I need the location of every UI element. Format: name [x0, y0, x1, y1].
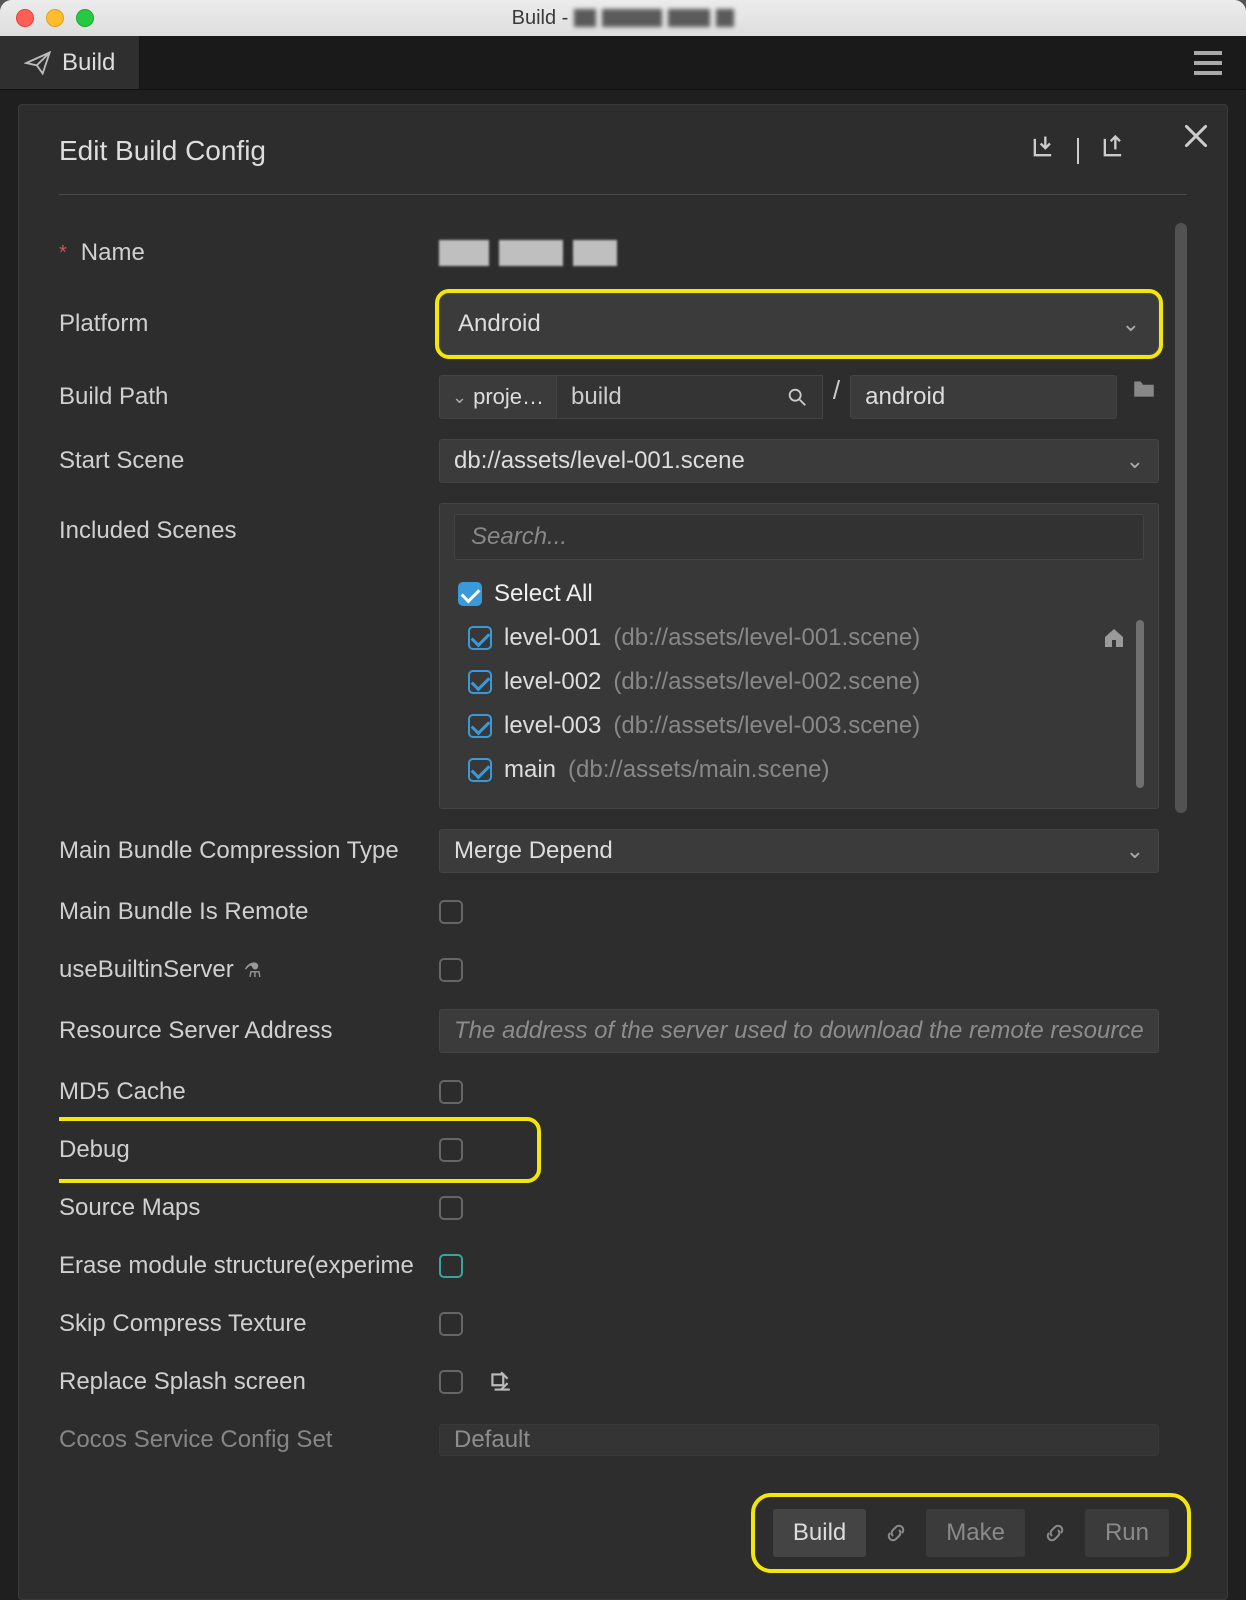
erase-label: Erase module structure(experime — [59, 1252, 439, 1280]
debug-label: Debug — [59, 1136, 439, 1164]
tab-bar: Build — [0, 36, 1246, 90]
scene-checkbox[interactable] — [468, 758, 492, 782]
md5-label: MD5 Cache — [59, 1078, 439, 1106]
window-title: Build - — [0, 7, 1246, 30]
builtin-label: useBuiltinServer ⚗ — [59, 956, 439, 984]
select-all-checkbox[interactable] — [458, 582, 482, 606]
startscene-label: Start Scene — [59, 447, 439, 475]
startscene-select[interactable]: db://assets/level-001.scene ⌄ — [439, 439, 1159, 483]
path-separator: / — [823, 375, 850, 419]
import-icon[interactable] — [1029, 133, 1057, 168]
splash-label: Replace Splash screen — [59, 1368, 439, 1396]
scene-row[interactable]: level-003 (db://assets/level-003.scene) — [464, 704, 1130, 748]
scenes-scrollbar[interactable] — [1136, 620, 1144, 788]
search-icon[interactable] — [786, 386, 808, 408]
resource-label: Resource Server Address — [59, 1017, 439, 1045]
buildpath-target-input[interactable]: android — [850, 375, 1117, 419]
scenes-search-input[interactable]: Search... — [454, 514, 1144, 560]
included-label: Included Scenes — [59, 503, 439, 545]
buildpath-build-input[interactable]: build — [557, 375, 823, 419]
chevron-down-icon: ⌄ — [1126, 838, 1144, 864]
included-scenes-box: Search... Select All — [439, 503, 1159, 809]
make-button[interactable]: Make — [926, 1509, 1025, 1557]
paper-plane-icon — [24, 49, 52, 77]
scene-row[interactable]: level-001 (db://assets/level-001.scene) — [464, 616, 1130, 660]
resource-input[interactable]: The address of the server used to downlo… — [439, 1009, 1159, 1053]
sourcemaps-checkbox[interactable] — [439, 1196, 463, 1220]
flask-icon: ⚗ — [244, 958, 262, 983]
name-label: Name — [59, 239, 439, 267]
chevron-down-icon: ⌄ — [452, 387, 467, 408]
remote-label: Main Bundle Is Remote — [59, 898, 439, 926]
chain-icon[interactable] — [884, 1521, 908, 1545]
skipcompress-checkbox[interactable] — [439, 1312, 463, 1336]
platform-select[interactable]: Android ⌄ — [439, 293, 1159, 355]
divider — [1077, 138, 1079, 164]
scene-checkbox[interactable] — [468, 626, 492, 650]
chevron-down-icon: ⌄ — [1126, 448, 1144, 474]
cocos-select[interactable]: Default — [439, 1424, 1159, 1456]
splash-checkbox[interactable] — [439, 1370, 463, 1394]
scene-row[interactable]: main (db://assets/main.scene) — [464, 748, 1130, 792]
build-button[interactable]: Build — [773, 1509, 866, 1557]
compression-select[interactable]: Merge Depend ⌄ — [439, 829, 1159, 873]
folder-icon[interactable] — [1129, 375, 1159, 401]
buildpath-root-select[interactable]: ⌄ proje… — [439, 375, 557, 419]
run-button[interactable]: Run — [1085, 1509, 1169, 1557]
form-scrollbar[interactable] — [1175, 223, 1187, 813]
md5-checkbox[interactable] — [439, 1080, 463, 1104]
scene-row[interactable]: level-002 (db://assets/level-002.scene) — [464, 660, 1130, 704]
app-window: Build - Build Edit Build Config — [0, 0, 1246, 1600]
scene-checkbox[interactable] — [468, 714, 492, 738]
cocos-label: Cocos Service Config Set — [59, 1426, 439, 1454]
sourcemaps-label: Source Maps — [59, 1194, 439, 1222]
mac-titlebar: Build - — [0, 0, 1246, 36]
debug-checkbox[interactable] — [439, 1138, 463, 1162]
scene-checkbox[interactable] — [468, 670, 492, 694]
edit-build-config-panel: Edit Build Config — [18, 104, 1228, 1600]
erase-checkbox[interactable] — [439, 1254, 463, 1278]
chain-icon[interactable] — [1043, 1521, 1067, 1545]
menu-icon[interactable] — [1194, 51, 1222, 75]
panel-title: Edit Build Config — [59, 135, 266, 167]
platform-label: Platform — [59, 310, 439, 338]
builtin-checkbox[interactable] — [439, 958, 463, 982]
home-icon — [1102, 626, 1126, 650]
build-actions: Build Make Run — [755, 1497, 1187, 1569]
tab-build[interactable]: Build — [0, 36, 140, 89]
skipcompress-label: Skip Compress Texture — [59, 1310, 439, 1338]
export-icon[interactable] — [1099, 133, 1127, 168]
buildpath-label: Build Path — [59, 383, 439, 411]
select-all-row[interactable]: Select All — [454, 572, 1144, 616]
remote-checkbox[interactable] — [439, 900, 463, 924]
edit-icon[interactable] — [487, 1369, 513, 1395]
close-icon[interactable] — [1179, 119, 1213, 153]
name-input[interactable] — [439, 233, 617, 273]
compression-label: Main Bundle Compression Type — [59, 837, 439, 865]
chevron-down-icon: ⌄ — [1122, 311, 1140, 337]
